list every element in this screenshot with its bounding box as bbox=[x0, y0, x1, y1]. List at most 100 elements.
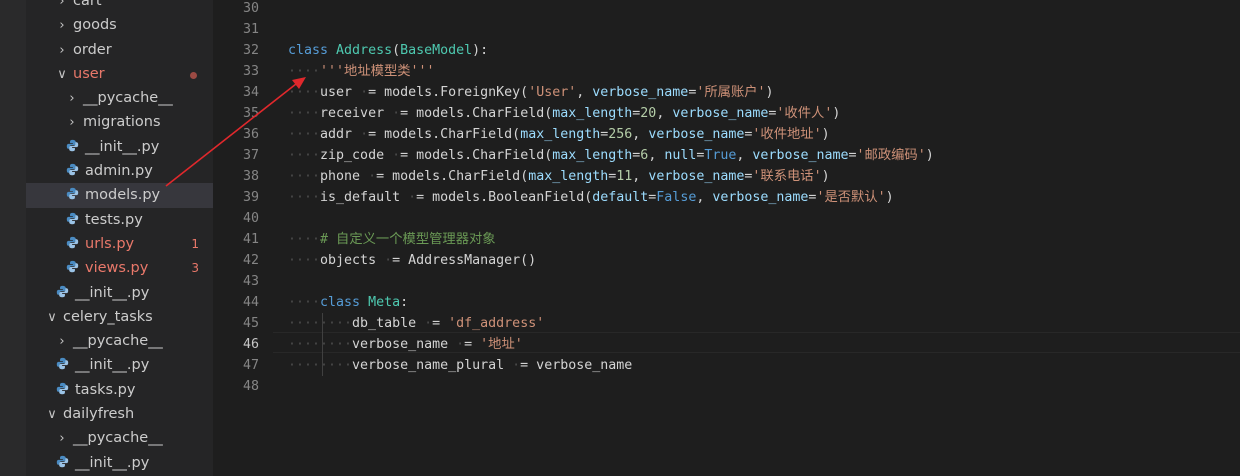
tree-item-label: tests.py bbox=[85, 211, 143, 228]
code-line[interactable]: 35 ····receiver ·= models.CharField(max_l… bbox=[213, 103, 1240, 124]
tree-item[interactable]: › cart bbox=[26, 0, 213, 13]
code-token: class bbox=[288, 43, 337, 58]
code-token: verbose_name bbox=[672, 106, 769, 121]
code-token: = models.ForeignKey( bbox=[368, 85, 529, 100]
tree-item-label: cart bbox=[73, 0, 102, 9]
python-file-icon bbox=[56, 285, 69, 297]
code-line[interactable]: 40 bbox=[213, 208, 1240, 229]
code-line[interactable]: 42 ····objects ·= AddressManager() bbox=[213, 250, 1240, 271]
code-line[interactable]: 39 ····is_default ·= models.BooleanField(… bbox=[213, 187, 1240, 208]
tree-item[interactable]: › __pycache__ bbox=[26, 426, 213, 450]
code-token: is_default bbox=[320, 190, 409, 205]
line-number: 44 bbox=[242, 295, 259, 310]
code-token: receiver bbox=[320, 106, 393, 121]
tree-item[interactable]: __init__.py bbox=[26, 451, 213, 475]
tree-item[interactable]: models.py bbox=[26, 183, 213, 208]
code-token: 20 bbox=[640, 106, 657, 121]
chevron-right-icon[interactable]: › bbox=[56, 0, 68, 14]
code-line[interactable]: 48 bbox=[213, 376, 1240, 397]
code-token: max_length bbox=[552, 106, 633, 121]
line-number: 48 bbox=[242, 379, 259, 394]
tree-item[interactable]: urls.py 1 bbox=[26, 232, 213, 256]
chevron-right-icon[interactable]: › bbox=[56, 427, 68, 451]
code-token: '地址' bbox=[480, 337, 523, 352]
line-number: 45 bbox=[242, 316, 259, 331]
code-line[interactable]: 33 ····'''地址模型类''' bbox=[213, 61, 1240, 82]
tree-item[interactable]: __init__.py bbox=[26, 353, 213, 377]
code-line[interactable]: 31 bbox=[213, 19, 1240, 40]
chevron-down-icon[interactable]: ∨ bbox=[46, 403, 58, 427]
problem-count-badge: 1 bbox=[191, 236, 199, 251]
code-token: · bbox=[360, 85, 369, 100]
code-token: objects bbox=[320, 253, 385, 268]
chevron-right-icon[interactable]: › bbox=[56, 330, 68, 354]
tree-item[interactable]: __init__.py bbox=[26, 135, 213, 159]
code-token: · bbox=[384, 253, 393, 268]
code-token: · bbox=[424, 316, 433, 331]
code-text: ····phone ·= models.CharField(max_length… bbox=[288, 166, 830, 187]
tree-item[interactable]: tasks.py bbox=[26, 378, 213, 402]
code-line[interactable]: 44 ····class Meta: bbox=[213, 292, 1240, 313]
code-token: · bbox=[368, 169, 377, 184]
code-editor[interactable]: 30 31 32 class Address(BaseModel): 33 ····'''… bbox=[213, 0, 1240, 476]
code-line[interactable]: 38 ····phone ·= models.CharField(max_leng… bbox=[213, 166, 1240, 187]
tree-item[interactable]: › goods bbox=[26, 13, 213, 37]
chevron-right-icon[interactable]: › bbox=[56, 39, 68, 63]
code-token: ········ bbox=[288, 316, 353, 331]
code-line[interactable]: 37 ····zip_code ·= models.CharField(max_l… bbox=[213, 145, 1240, 166]
tree-item-label: __init__.py bbox=[75, 284, 150, 301]
code-token: ········ bbox=[288, 358, 353, 373]
code-text: ········verbose_name_plural ·= verbose_n… bbox=[288, 355, 632, 376]
code-token: = bbox=[464, 337, 481, 352]
code-token: ): bbox=[472, 43, 489, 58]
code-token: 'User' bbox=[528, 85, 577, 100]
code-token: ···· bbox=[288, 295, 321, 310]
code-line[interactable]: 36 ····addr ·= models.CharField(max_lengt… bbox=[213, 124, 1240, 145]
tree-item[interactable]: ∨ celery_tasks bbox=[26, 305, 213, 329]
code-line[interactable]: 41 ····# 自定义一个模型管理器对象 bbox=[213, 229, 1240, 250]
code-token: = models.CharField( bbox=[400, 148, 553, 163]
tree-item[interactable]: › __pycache__ bbox=[26, 329, 213, 353]
tree-item[interactable]: › migrations bbox=[26, 110, 213, 134]
chevron-right-icon[interactable]: › bbox=[66, 111, 78, 135]
chevron-down-icon[interactable]: ∨ bbox=[46, 306, 58, 330]
tree-item[interactable]: __init__.py bbox=[26, 281, 213, 305]
code-text: ····'''地址模型类''' bbox=[288, 61, 435, 82]
tree-item[interactable]: › __pycache__ bbox=[26, 86, 213, 110]
chevron-right-icon[interactable]: › bbox=[66, 87, 78, 111]
code-line[interactable]: 30 bbox=[213, 0, 1240, 19]
python-file-icon bbox=[66, 212, 79, 224]
code-token: , bbox=[632, 169, 649, 184]
code-token: max_length bbox=[552, 148, 633, 163]
code-token: 256 bbox=[608, 127, 633, 142]
code-token: · bbox=[360, 127, 369, 142]
code-token: default bbox=[592, 190, 649, 205]
line-number: 35 bbox=[242, 106, 259, 121]
line-number: 31 bbox=[242, 22, 259, 37]
code-line[interactable]: 45 ········db_table ·= 'df_address' bbox=[213, 313, 1240, 334]
chevron-right-icon[interactable]: › bbox=[56, 14, 68, 38]
tree-item[interactable]: ∨ user bbox=[26, 62, 213, 86]
code-token: ) bbox=[885, 190, 894, 205]
code-line[interactable]: 34 ····user ·= models.ForeignKey('User', … bbox=[213, 82, 1240, 103]
tree-item[interactable]: ∨ dailyfresh bbox=[26, 402, 213, 426]
code-line[interactable]: 46 ········verbose_name ·= '地址' bbox=[213, 334, 1240, 355]
tree-item[interactable]: admin.py bbox=[26, 159, 213, 183]
code-token: ···· bbox=[288, 64, 321, 79]
code-token: = bbox=[848, 148, 857, 163]
code-token: 11 bbox=[616, 169, 633, 184]
code-token: '收件人' bbox=[776, 106, 833, 121]
code-token: · bbox=[392, 106, 401, 121]
chevron-down-icon[interactable]: ∨ bbox=[56, 63, 68, 87]
code-token: user bbox=[320, 85, 361, 100]
tree-item-label: __pycache__ bbox=[73, 333, 163, 350]
tree-item[interactable]: › order bbox=[26, 38, 213, 62]
code-token: max_length bbox=[520, 127, 601, 142]
tree-item[interactable]: views.py 3 bbox=[26, 256, 213, 280]
code-token: class bbox=[320, 295, 369, 310]
code-line[interactable]: 43 bbox=[213, 271, 1240, 292]
tree-item[interactable]: tests.py bbox=[26, 208, 213, 232]
code-token: verbose_name bbox=[592, 85, 689, 100]
code-line[interactable]: 47 ········verbose_name_plural ·= verbose… bbox=[213, 355, 1240, 376]
code-line[interactable]: 32 class Address(BaseModel): bbox=[213, 40, 1240, 61]
